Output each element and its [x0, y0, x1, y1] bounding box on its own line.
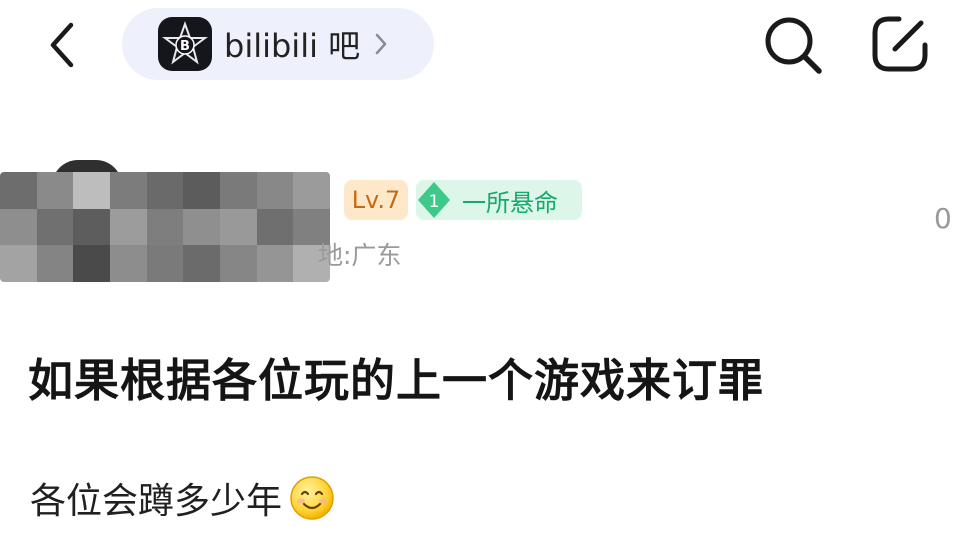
post-body: 各位会蹲多少年	[30, 472, 336, 524]
smiling-face-emoji-icon	[288, 474, 336, 522]
user-level-badge: Lv.7	[344, 180, 408, 220]
svg-text:1: 1	[429, 192, 440, 212]
post-body-text: 各位会蹲多少年	[30, 481, 283, 522]
user-title-badge[interactable]: 1 一所悬命	[416, 180, 582, 220]
back-button[interactable]	[40, 18, 84, 72]
forum-logo: B	[158, 17, 212, 71]
username-censor-mosaic	[0, 172, 330, 282]
search-button[interactable]	[760, 12, 826, 78]
forum-name: bilibili 吧	[224, 27, 361, 65]
svg-text:B: B	[180, 39, 190, 54]
chevron-left-icon	[50, 22, 74, 68]
ip-location: 地:广东	[318, 241, 402, 270]
search-icon	[765, 17, 822, 74]
rank-gem-icon: 1	[416, 180, 452, 220]
star-logo-icon: B	[162, 21, 208, 65]
post-page: B bilibili 吧 Lv.7 1 一所悬命 地:广东 0 如果根据各位玩的…	[0, 0, 960, 540]
forum-entry-button[interactable]: B bilibili 吧	[122, 8, 434, 80]
post-title: 如果根据各位玩的上一个游戏来订罪	[28, 354, 765, 407]
chevron-right-icon	[374, 32, 388, 56]
compose-button[interactable]	[866, 10, 934, 78]
user-title-text: 一所悬命	[462, 188, 558, 217]
compose-edit-icon	[872, 16, 928, 72]
side-count: 0	[934, 202, 952, 235]
